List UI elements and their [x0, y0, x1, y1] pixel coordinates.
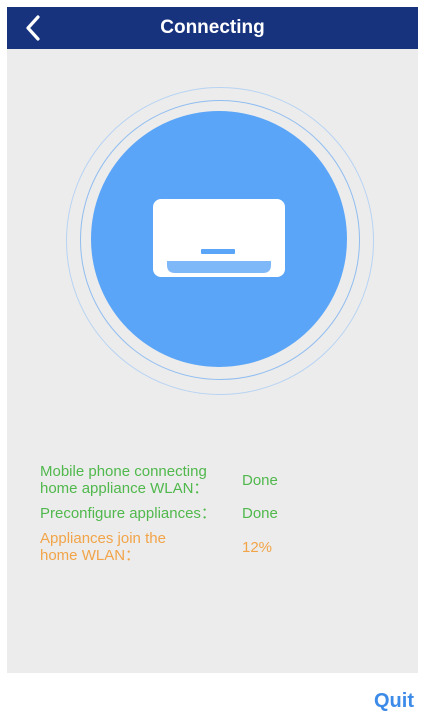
status-label: Appliances join the home WLAN： [40, 530, 166, 564]
progress-percent: 12% [242, 538, 273, 556]
status-value: Done [242, 505, 278, 522]
air-conditioner-icon [153, 199, 285, 277]
device-circle [91, 111, 347, 367]
top-bar: Connecting [7, 7, 418, 49]
back-button[interactable] [15, 10, 51, 46]
page-title: Connecting [160, 17, 265, 38]
status-value: Done [242, 471, 278, 489]
connection-panel: Mobile phone connecting home appliance W… [7, 49, 418, 673]
status-label: Preconfigure appliances： [40, 505, 216, 522]
chevron-left-icon [26, 15, 40, 41]
status-row-preconfigure: Preconfigure appliances： Done [40, 505, 400, 522]
status-list: Mobile phone connecting home appliance W… [40, 463, 400, 572]
status-label: Mobile phone connecting home appliance W… [40, 463, 209, 497]
quit-button[interactable]: Quit [374, 690, 414, 713]
status-row-join-wlan: Appliances join the home WLAN： 12% [40, 530, 400, 564]
status-row-wlan-connect: Mobile phone connecting home appliance W… [40, 463, 400, 497]
